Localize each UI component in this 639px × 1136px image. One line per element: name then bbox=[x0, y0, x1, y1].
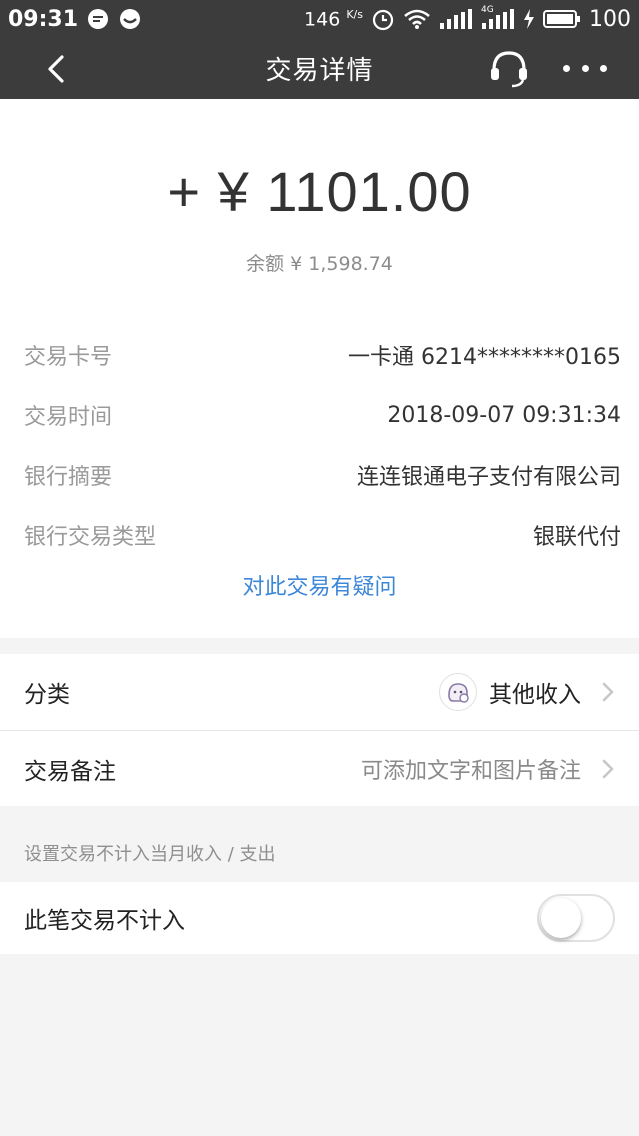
detail-row-card-number: 交易卡号 一卡通 6214********0165 bbox=[0, 325, 639, 385]
exclude-hint: 设置交易不计入当月收入 / 支出 bbox=[0, 806, 639, 882]
battery-level: 100 bbox=[589, 6, 631, 32]
section-divider bbox=[0, 638, 639, 654]
more-button[interactable] bbox=[563, 54, 607, 82]
alarm-icon bbox=[371, 7, 395, 31]
page-title: 交易详情 bbox=[265, 56, 374, 86]
category-value: 其他收入 bbox=[489, 682, 581, 708]
detail-label: 银行交易类型 bbox=[24, 525, 157, 550]
message-icon bbox=[86, 7, 110, 31]
transaction-card: + ¥ 1101.00 余额 ¥ 1,598.74 交易卡号 一卡通 6214*… bbox=[0, 99, 639, 638]
detail-row-type: 银行交易类型 银联代付 bbox=[0, 505, 639, 565]
amount-summary: + ¥ 1101.00 余额 ¥ 1,598.74 bbox=[0, 99, 639, 325]
note-placeholder: 可添加文字和图片备注 bbox=[360, 758, 581, 784]
chevron-right-icon bbox=[602, 682, 614, 702]
signal-4g-icon: 4G bbox=[481, 5, 515, 29]
battery-icon bbox=[543, 9, 581, 29]
back-button[interactable] bbox=[38, 50, 72, 88]
exclude-toggle[interactable] bbox=[537, 894, 615, 942]
toggle-knob bbox=[541, 898, 581, 938]
category-row[interactable]: 分类 其他收入 bbox=[0, 654, 639, 730]
income-category-icon bbox=[439, 673, 477, 711]
wifi-icon bbox=[403, 8, 431, 30]
note-row[interactable]: 交易备注 可添加文字和图片备注 bbox=[0, 730, 639, 806]
detail-label: 交易时间 bbox=[24, 405, 113, 430]
status-bar: 09:31 146 K/s 4G 100 bbox=[0, 0, 639, 38]
note-label: 交易备注 bbox=[24, 758, 116, 785]
detail-row-summary: 银行摘要 连连银通电子支付有限公司 bbox=[0, 445, 639, 505]
headset-icon bbox=[491, 51, 527, 88]
more-dot bbox=[581, 64, 589, 72]
signal-icon bbox=[439, 9, 473, 29]
charging-icon bbox=[523, 9, 535, 29]
detail-value: 2018-09-07 09:31:34 bbox=[387, 402, 621, 428]
customer-service-button[interactable] bbox=[488, 48, 530, 88]
chevron-right-icon bbox=[602, 759, 614, 778]
more-dot bbox=[563, 64, 570, 72]
detail-label: 交易卡号 bbox=[24, 345, 113, 370]
nav-bar: 交易详情 bbox=[0, 38, 639, 99]
detail-label: 银行摘要 bbox=[24, 465, 113, 490]
detail-value: 连连银通电子支付有限公司 bbox=[356, 465, 621, 490]
status-time: 09:31 bbox=[8, 6, 79, 32]
exclude-label: 此笔交易不计入 bbox=[24, 908, 185, 934]
more-dot bbox=[600, 64, 607, 72]
top-bar: 09:31 146 K/s 4G 100 交易详情 bbox=[0, 0, 639, 99]
detail-row-time: 交易时间 2018-09-07 09:31:34 bbox=[0, 385, 639, 445]
exclude-row: 此笔交易不计入 bbox=[0, 882, 639, 954]
transaction-amount: + ¥ 1101.00 bbox=[167, 160, 472, 223]
app-notification-icon bbox=[118, 7, 142, 31]
detail-value: 一卡通 6214********0165 bbox=[348, 345, 621, 370]
net-speed: 146 K/s bbox=[304, 7, 363, 31]
category-label: 分类 bbox=[24, 682, 70, 708]
balance-text: 余额 ¥ 1,598.74 bbox=[246, 253, 393, 275]
chevron-left-icon bbox=[48, 55, 64, 83]
detail-value: 银联代付 bbox=[532, 525, 621, 550]
question-section: 对此交易有疑问 bbox=[0, 565, 639, 638]
question-link[interactable]: 对此交易有疑问 bbox=[242, 569, 396, 601]
